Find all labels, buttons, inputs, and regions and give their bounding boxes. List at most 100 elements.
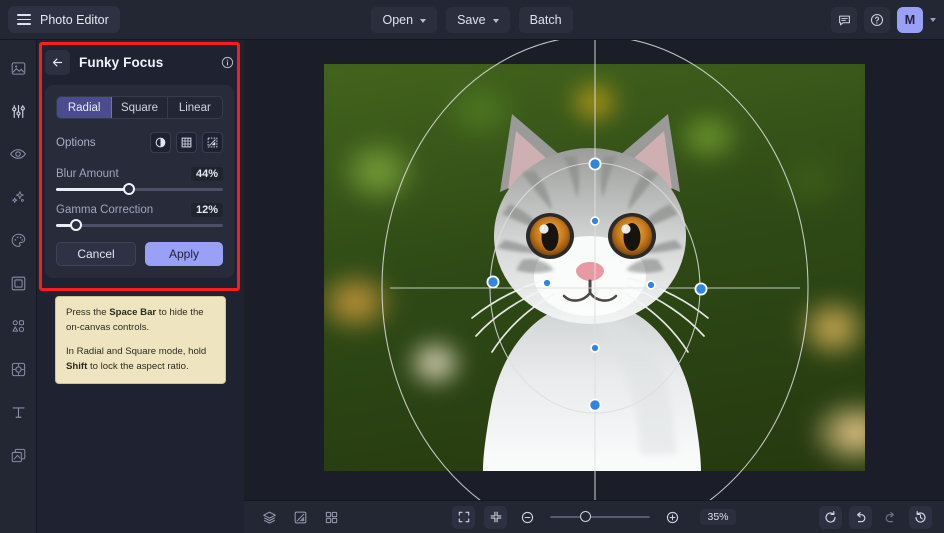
zoom-in-button[interactable] [661,506,684,529]
image-icon [10,60,27,77]
fit-screen-icon [457,510,471,524]
grid-icon [180,136,193,149]
top-toolbar: Photo Editor Open Save Batch [0,0,944,40]
hint-line-2-post: to lock the aspect ratio. [87,361,188,372]
plus-circle-icon [665,510,680,525]
gamma-correction-thumb[interactable] [70,219,82,231]
blur-amount-label: Blur Amount [56,168,119,180]
comment-icon [838,14,851,27]
hint-line-2: In Radial and Square mode, hold Shift to… [66,345,215,374]
zoom-slider-thumb[interactable] [580,511,591,522]
info-circle-icon [221,56,234,69]
zoom-level[interactable]: 35% [700,509,735,525]
blur-amount-value: 44% [191,167,223,181]
actual-size-button[interactable] [484,506,507,529]
fit-screen-button[interactable] [452,506,475,529]
undo-button[interactable] [849,506,872,529]
gamma-correction-label: Gamma Correction [56,204,153,216]
apply-button[interactable]: Apply [145,242,223,266]
tab-linear[interactable]: Linear [168,97,222,118]
redo-icon [883,510,898,525]
sidebar-item-layers[interactable] [6,443,30,467]
tab-radial-label: Radial [68,102,101,114]
blur-amount-slider-block: Blur Amount 44% [56,167,223,191]
history-button[interactable] [909,506,932,529]
sidebar-item-retouch[interactable] [6,142,30,166]
reset-icon [823,510,838,525]
tab-radial[interactable]: Radial [57,97,112,118]
zoom-slider[interactable] [550,516,650,518]
gamma-correction-slider[interactable] [56,224,223,227]
redo-button[interactable] [879,506,902,529]
help-button[interactable] [864,7,890,33]
blur-amount-header: Blur Amount 44% [56,167,223,181]
eye-icon [9,145,27,163]
open-button[interactable]: Open [371,7,437,33]
sidebar-item-image[interactable] [6,56,30,80]
mode-tabs: Radial Square Linear [56,96,223,119]
blur-amount-fill [56,188,129,191]
layers-icon [10,447,27,464]
blur-amount-slider[interactable] [56,188,223,191]
feedback-button[interactable] [831,7,857,33]
file-actions: Open Save Batch [0,7,944,33]
account-actions: M [831,7,936,33]
gamma-correction-value: 12% [191,203,223,217]
batch-button[interactable]: Batch [519,7,573,33]
options-row: Options [56,132,223,153]
tool-rail [0,40,37,533]
history-icon [913,510,928,525]
info-button[interactable] [221,56,234,69]
gamma-correction-slider-block: Gamma Correction 12% [56,203,223,227]
sidebar-item-frame[interactable] [6,271,30,295]
sliders-icon [10,103,27,120]
batch-label: Batch [530,13,562,27]
kitten-subject [324,64,865,471]
arrow-left-icon [51,56,64,69]
back-button[interactable] [45,50,70,75]
hint-line-2-bold: Shift [66,361,87,372]
funky-focus-panel: Funky Focus Radial Square Linear [45,47,234,278]
options-label: Options [56,137,96,149]
contrast-button[interactable] [150,132,171,153]
page-title: Funky Focus [79,55,212,70]
question-circle-icon [870,13,884,27]
shapes-icon [10,318,27,335]
sidebar-item-shapes[interactable] [6,314,30,338]
apply-label: Apply [169,247,199,261]
panel-actions: Cancel Apply [56,242,223,266]
canvas-area[interactable] [244,40,944,500]
blur-amount-thumb[interactable] [123,183,135,195]
marquee-icon [206,136,219,149]
sidebar-item-text[interactable] [6,400,30,424]
grid-button[interactable] [176,132,197,153]
bottom-toolbar: 35% [244,500,944,533]
text-icon [10,404,27,421]
tab-square-label: Square [121,102,158,114]
avatar-initial: M [905,13,915,27]
photo-image [324,64,865,471]
cancel-label: Cancel [77,247,114,261]
reset-button[interactable] [819,506,842,529]
save-button[interactable]: Save [446,7,510,33]
sidebar-item-effects[interactable] [6,185,30,209]
collapse-icon [489,510,503,524]
tab-linear-label: Linear [179,102,211,114]
sidebar-item-color[interactable] [6,228,30,252]
contrast-icon [154,136,167,149]
sidebar-item-focus[interactable] [6,357,30,381]
panel-header: Funky Focus [45,47,234,77]
frame-icon [10,275,27,292]
cancel-button[interactable]: Cancel [56,242,136,266]
avatar[interactable]: M [897,7,923,33]
account-chevron-down-icon[interactable] [930,18,936,22]
sidebar-item-adjust[interactable] [6,99,30,123]
marquee-button[interactable] [202,132,223,153]
undo-icon [853,510,868,525]
photo-editor-window: Photo Editor Open Save Batch [0,0,944,533]
panel-body: Radial Square Linear Options [45,85,234,278]
tab-square[interactable]: Square [112,97,167,118]
zoom-out-button[interactable] [516,506,539,529]
hint-line-1: Press the Space Bar to hide the on-canva… [66,306,215,335]
focus-icon [10,361,27,378]
